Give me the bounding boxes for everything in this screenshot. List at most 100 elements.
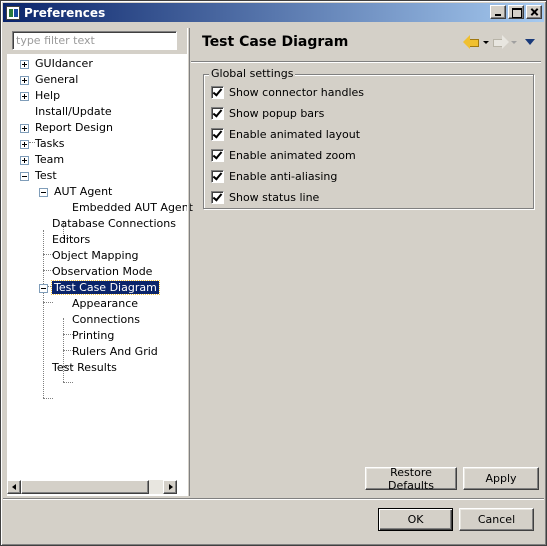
checkbox[interactable] xyxy=(211,85,224,99)
preference-tree: GUIdancer General Help Install/Update Re… xyxy=(7,54,193,496)
tree-guide-line xyxy=(43,302,53,303)
tree-item-label: Editors xyxy=(52,233,91,246)
app-icon xyxy=(6,5,20,20)
tree-item-label: AUT Agent xyxy=(54,185,113,198)
tree-item-printing[interactable]: Printing xyxy=(60,328,116,344)
tree-item-label: Test Results xyxy=(52,361,117,374)
back-arrow-icon[interactable] xyxy=(463,34,481,50)
tree-item-team[interactable]: Team xyxy=(20,152,66,168)
apply-button[interactable]: Apply xyxy=(463,467,539,490)
checkbox[interactable] xyxy=(211,127,224,141)
pane-splitter[interactable] xyxy=(187,28,190,496)
tree-item-install-update[interactable]: Install/Update xyxy=(21,104,114,120)
tree-item-observation-mode[interactable]: Observation Mode xyxy=(40,264,154,280)
collapse-icon[interactable] xyxy=(39,284,48,293)
tree-item-label: General xyxy=(35,73,79,86)
tree-item-guidancer[interactable]: GUIdancer xyxy=(20,56,95,72)
tree-item-test-case-diagram[interactable]: Test Case Diagram xyxy=(39,280,160,296)
forward-history-dropdown-icon xyxy=(509,34,519,50)
tree-item-editors[interactable]: Editors xyxy=(40,232,92,248)
option-label: Enable animated layout xyxy=(229,127,361,141)
tree-item-tasks[interactable]: Tasks xyxy=(20,136,66,152)
tree-item-test[interactable]: Test xyxy=(20,168,59,184)
tree-item-label: Rulers And Grid xyxy=(72,345,158,358)
filter-input[interactable] xyxy=(12,31,177,50)
tree-item-label: Tasks xyxy=(35,137,65,150)
global-settings-group: Global settings Show connector handles S… xyxy=(203,67,534,209)
back-history-dropdown-icon[interactable] xyxy=(481,34,491,50)
tree-horizontal-scrollbar[interactable] xyxy=(7,480,177,494)
tree-guide-line xyxy=(63,382,73,383)
tree-item-label: Database Connections xyxy=(52,217,176,230)
restore-defaults-button[interactable]: Restore Defaults xyxy=(365,466,457,492)
tree-item-object-mapping[interactable]: Object Mapping xyxy=(40,248,141,264)
tree-item-label: Appearance xyxy=(72,297,139,310)
expand-icon[interactable] xyxy=(20,140,29,149)
collapse-icon[interactable] xyxy=(39,188,48,197)
tree-item-report-design[interactable]: Report Design xyxy=(20,120,115,136)
collapse-icon[interactable] xyxy=(20,172,29,181)
tree-item-appearance[interactable]: Appearance xyxy=(60,296,140,312)
close-button[interactable] xyxy=(526,5,542,19)
scroll-left-icon[interactable] xyxy=(7,480,21,494)
maximize-button[interactable] xyxy=(508,5,524,19)
tree-item-label: Help xyxy=(35,89,61,102)
checkbox[interactable] xyxy=(211,190,224,204)
checkbox[interactable] xyxy=(211,169,224,183)
checkbox[interactable] xyxy=(211,148,224,162)
tree-item-test-results[interactable]: Test Results xyxy=(40,360,119,376)
expand-icon[interactable] xyxy=(20,92,29,101)
scrollbar-thumb[interactable] xyxy=(21,480,149,494)
minimize-button[interactable] xyxy=(490,5,506,19)
title-buttons xyxy=(488,5,542,19)
group-label: Global settings xyxy=(209,67,296,80)
preferences-window: Preferences GU xyxy=(0,0,547,546)
tree-item-embedded-aut-agent[interactable]: Embedded AUT Agent xyxy=(60,200,195,216)
right-pane: Test Case Diagram Global settings Show c… xyxy=(191,28,541,496)
page-title: Test Case Diagram xyxy=(202,34,349,50)
left-pane: GUIdancer General Help Install/Update Re… xyxy=(7,28,193,496)
option-enable-anti-aliasing[interactable]: Enable anti-aliasing xyxy=(211,168,337,184)
cancel-button[interactable]: Cancel xyxy=(459,508,534,531)
title-bar[interactable]: Preferences xyxy=(3,3,544,22)
ok-button[interactable]: OK xyxy=(378,508,453,531)
expand-icon[interactable] xyxy=(20,60,29,69)
tree-item-connections[interactable]: Connections xyxy=(60,312,142,328)
tree-item-label: Test xyxy=(35,169,57,182)
title-separator xyxy=(191,61,541,63)
option-show-popup-bars[interactable]: Show popup bars xyxy=(211,105,324,121)
view-menu-icon[interactable] xyxy=(523,34,537,50)
window-title: Preferences xyxy=(24,5,106,20)
tree-item-label: Connections xyxy=(72,313,140,326)
tree-item-label: Embedded AUT Agent xyxy=(72,201,193,214)
tree-item-database-connections[interactable]: Database Connections xyxy=(40,216,178,232)
option-label: Show popup bars xyxy=(229,106,325,120)
tree-item-aut-agent[interactable]: AUT Agent xyxy=(39,184,114,200)
tree-item-help[interactable]: Help xyxy=(20,88,62,104)
option-label: Show status line xyxy=(229,190,320,204)
option-show-connector-handles[interactable]: Show connector handles xyxy=(211,84,364,100)
checkbox[interactable] xyxy=(211,106,224,120)
option-label: Enable animated zoom xyxy=(229,148,356,162)
tree-item-label: Team xyxy=(35,153,65,166)
tree-item-label: Observation Mode xyxy=(52,265,153,278)
tree-item-rulers-and-grid[interactable]: Rulers And Grid xyxy=(60,344,160,360)
tree-item-label: Test Case Diagram xyxy=(51,280,160,295)
tree-item-label: Report Design xyxy=(35,121,113,134)
tree-item-label: GUIdancer xyxy=(35,57,93,70)
tree-item-general[interactable]: General xyxy=(20,72,80,88)
tree-item-label: Install/Update xyxy=(35,105,112,118)
expand-icon[interactable] xyxy=(20,76,29,85)
page-nav-toolbar xyxy=(463,34,537,50)
scroll-right-icon[interactable] xyxy=(163,480,177,494)
option-enable-animated-layout[interactable]: Enable animated layout xyxy=(211,126,360,142)
expand-icon[interactable] xyxy=(20,156,29,165)
option-label: Enable anti-aliasing xyxy=(229,169,338,183)
expand-icon[interactable] xyxy=(20,124,29,133)
option-label: Show connector handles xyxy=(229,85,364,99)
option-show-status-line[interactable]: Show status line xyxy=(211,189,319,205)
forward-arrow-icon xyxy=(491,34,509,50)
option-enable-animated-zoom[interactable]: Enable animated zoom xyxy=(211,147,356,163)
tree-guide-line xyxy=(43,398,53,399)
dialog-separator xyxy=(3,498,544,500)
